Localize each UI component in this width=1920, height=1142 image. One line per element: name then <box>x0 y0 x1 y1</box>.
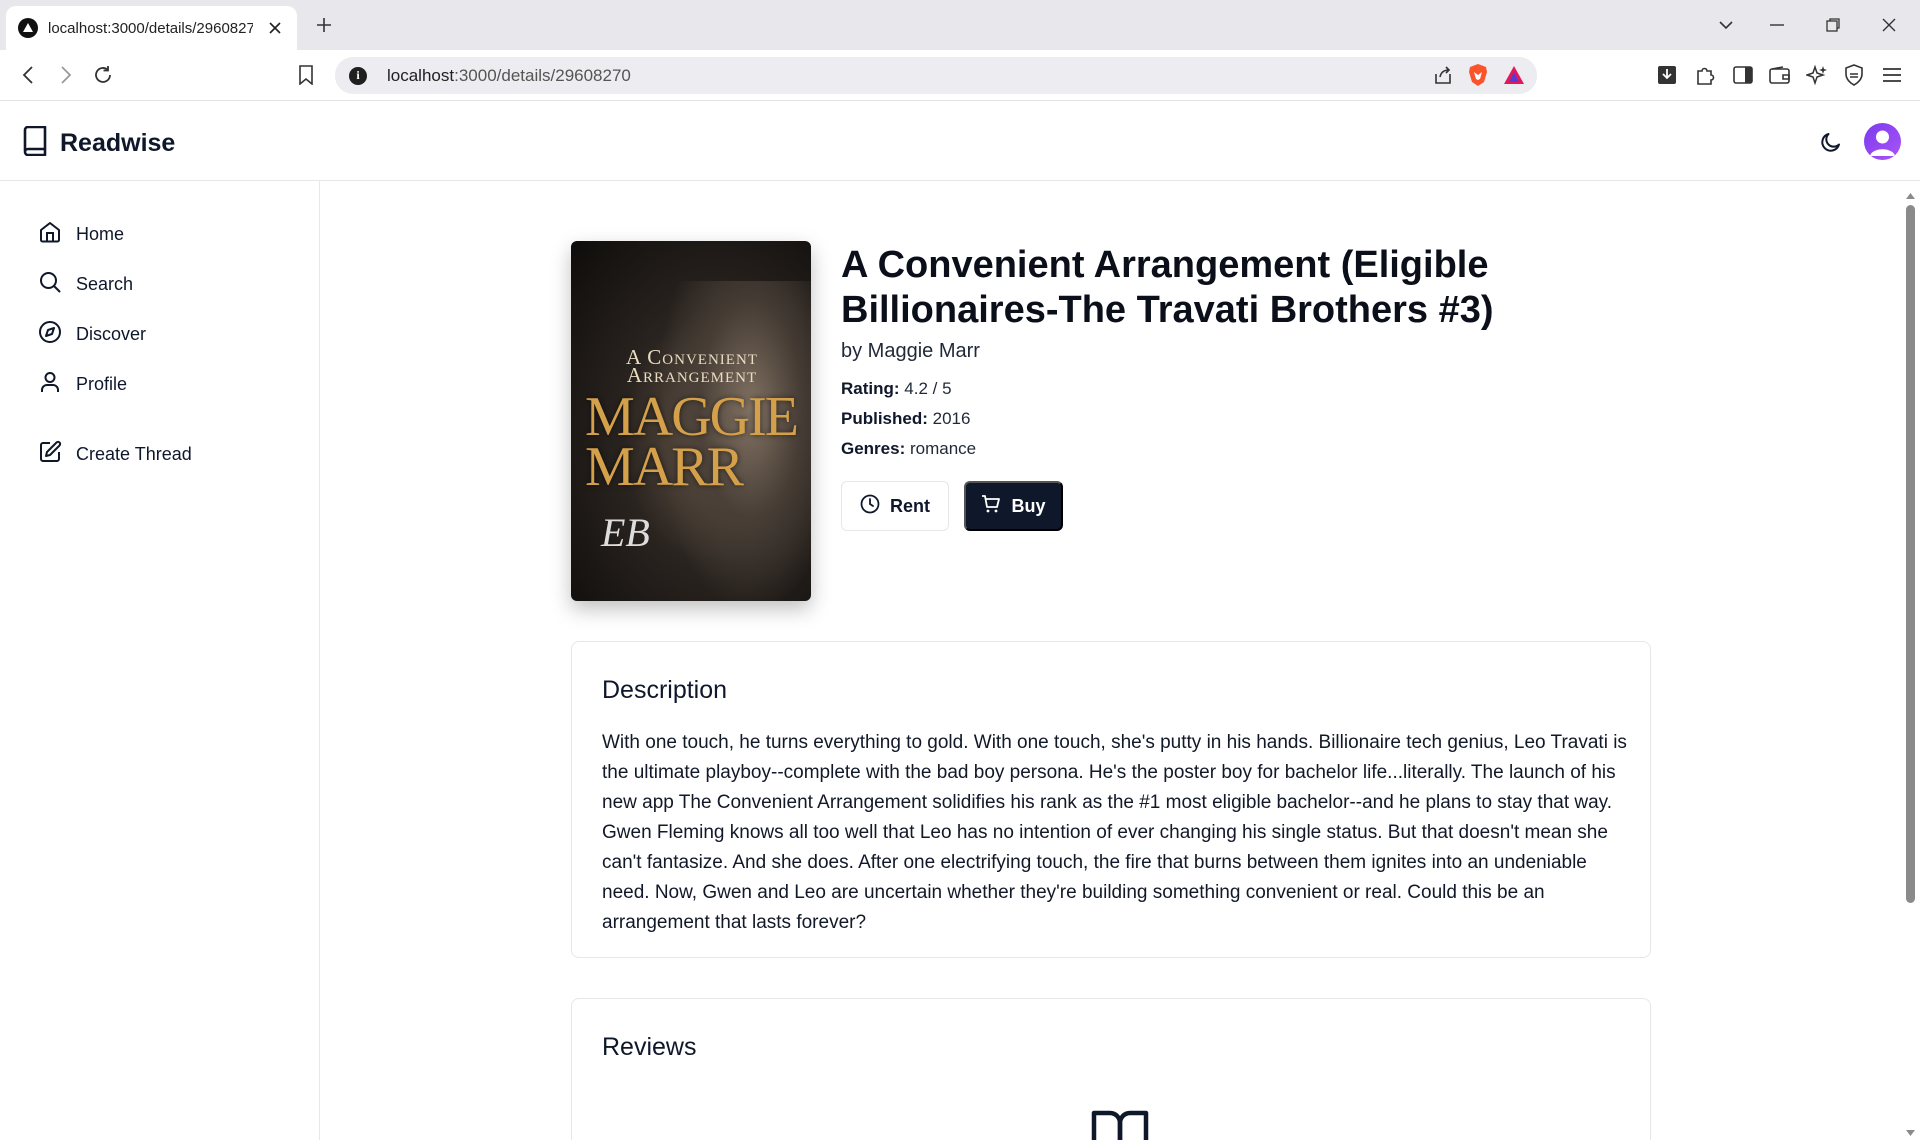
sidebar: Home Search Discover Profile Create Thre… <box>0 181 320 1140</box>
page-scrollbar[interactable] <box>1901 181 1920 1140</box>
book-genres: Genres: romance <box>841 439 976 459</box>
sidebar-item-home[interactable]: Home <box>38 217 124 251</box>
app-header: Readwise <box>0 102 1920 181</box>
avatar[interactable] <box>1864 123 1901 160</box>
genres-value: romance <box>909 439 977 458</box>
book-logo-icon <box>22 125 48 161</box>
description-text: With one touch, he turns everything to g… <box>602 732 1627 933</box>
scroll-thumb[interactable] <box>1906 205 1915 903</box>
bookmark-icon[interactable] <box>292 61 320 89</box>
cover-title-line-2: Arrangement <box>626 363 758 387</box>
menu-icon[interactable] <box>1879 62 1905 88</box>
genres-label: Genres: <box>841 439 906 458</box>
sidebar-toggle-icon[interactable] <box>1730 62 1756 88</box>
home-icon <box>38 220 62 249</box>
rating-value: 4.2 / 5 <box>904 379 952 398</box>
site-info-icon[interactable]: i <box>349 66 367 85</box>
buy-label: Buy <box>1011 495 1046 516</box>
book-author: by Maggie Marr <box>841 340 980 362</box>
published-label: Published: <box>841 409 928 428</box>
reviews-card: Reviews <box>571 998 1651 1140</box>
scroll-up-icon[interactable] <box>1905 187 1916 205</box>
site-favicon-icon <box>18 18 38 38</box>
cover-monogram: EB <box>601 510 650 555</box>
brand[interactable]: Readwise <box>22 125 176 161</box>
sidebar-item-discover[interactable]: Discover <box>38 317 146 351</box>
address-bar[interactable]: i localhost:3000/details/29608270 <box>335 57 1537 94</box>
browser-tab-bar: localhost:3000/details/29608270 <box>0 0 1920 50</box>
search-icon <box>38 270 62 299</box>
cover-author-line-2: MARR <box>585 436 744 498</box>
description-card: Description With one touch, he turns eve… <box>571 641 1651 958</box>
new-tab-icon[interactable] <box>312 13 336 37</box>
buy-button[interactable]: Buy <box>964 481 1063 531</box>
sidebar-item-create-thread[interactable]: Create Thread <box>38 437 192 471</box>
extensions-icon[interactable] <box>1692 62 1718 88</box>
browser-toolbar: i localhost:3000/details/29608270 <box>0 50 1920 101</box>
forward-icon[interactable] <box>52 61 80 89</box>
user-icon <box>38 370 62 399</box>
sidebar-item-search[interactable]: Search <box>38 267 133 301</box>
address-url: localhost:3000/details/29608270 <box>387 65 631 85</box>
edit-icon <box>38 440 62 469</box>
compass-icon <box>38 320 62 349</box>
rating-label: Rating: <box>841 379 900 398</box>
close-window-icon[interactable] <box>1875 12 1903 38</box>
published-value: 2016 <box>932 409 971 428</box>
scroll-down-icon[interactable] <box>1905 1124 1916 1142</box>
brand-name: Readwise <box>60 129 176 157</box>
reload-icon[interactable] <box>89 61 117 89</box>
back-icon[interactable] <box>14 61 42 89</box>
wallet-icon[interactable] <box>1767 62 1793 88</box>
rent-button[interactable]: Rent <box>841 481 949 531</box>
main-content: A Convenient Arrangement MAGGIE MARR EB … <box>321 181 1901 1140</box>
sidebar-item-label: Home <box>76 223 125 244</box>
rent-label: Rent <box>890 495 930 516</box>
dark-mode-toggle-icon[interactable] <box>1816 127 1846 157</box>
brave-rewards-icon[interactable] <box>1503 65 1525 90</box>
cart-icon <box>981 494 1001 519</box>
clock-icon <box>860 494 880 519</box>
share-icon[interactable] <box>1433 65 1453 90</box>
reviews-heading: Reviews <box>602 1033 697 1061</box>
sidebar-item-label: Search <box>76 273 134 294</box>
description-heading: Description <box>602 676 728 704</box>
sidebar-item-label: Discover <box>76 323 147 344</box>
book-published: Published: 2016 <box>841 409 970 429</box>
browser-tab[interactable]: localhost:3000/details/29608270 <box>6 6 297 50</box>
vpn-shield-icon[interactable] <box>1841 62 1867 88</box>
minimize-icon[interactable] <box>1763 12 1791 38</box>
sidebar-item-profile[interactable]: Profile <box>38 367 127 401</box>
book-rating: Rating: 4.2 / 5 <box>841 379 952 399</box>
tab-title: localhost:3000/details/29608270 <box>48 19 253 37</box>
leo-ai-icon[interactable] <box>1804 62 1830 88</box>
book-title: A Convenient Arrangement (Eligible Billi… <box>841 244 1494 331</box>
close-tab-icon[interactable] <box>265 18 285 38</box>
book-cover-image: A Convenient Arrangement MAGGIE MARR EB <box>571 241 811 601</box>
downloads-icon[interactable] <box>1654 62 1680 88</box>
restore-icon[interactable] <box>1819 12 1847 38</box>
sidebar-item-label: Create Thread <box>76 443 192 464</box>
sidebar-item-label: Profile <box>76 373 128 394</box>
book-open-icon <box>1090 1103 1150 1140</box>
brave-shields-icon[interactable] <box>1467 63 1489 92</box>
tab-search-chevron-icon[interactable] <box>1712 12 1740 38</box>
